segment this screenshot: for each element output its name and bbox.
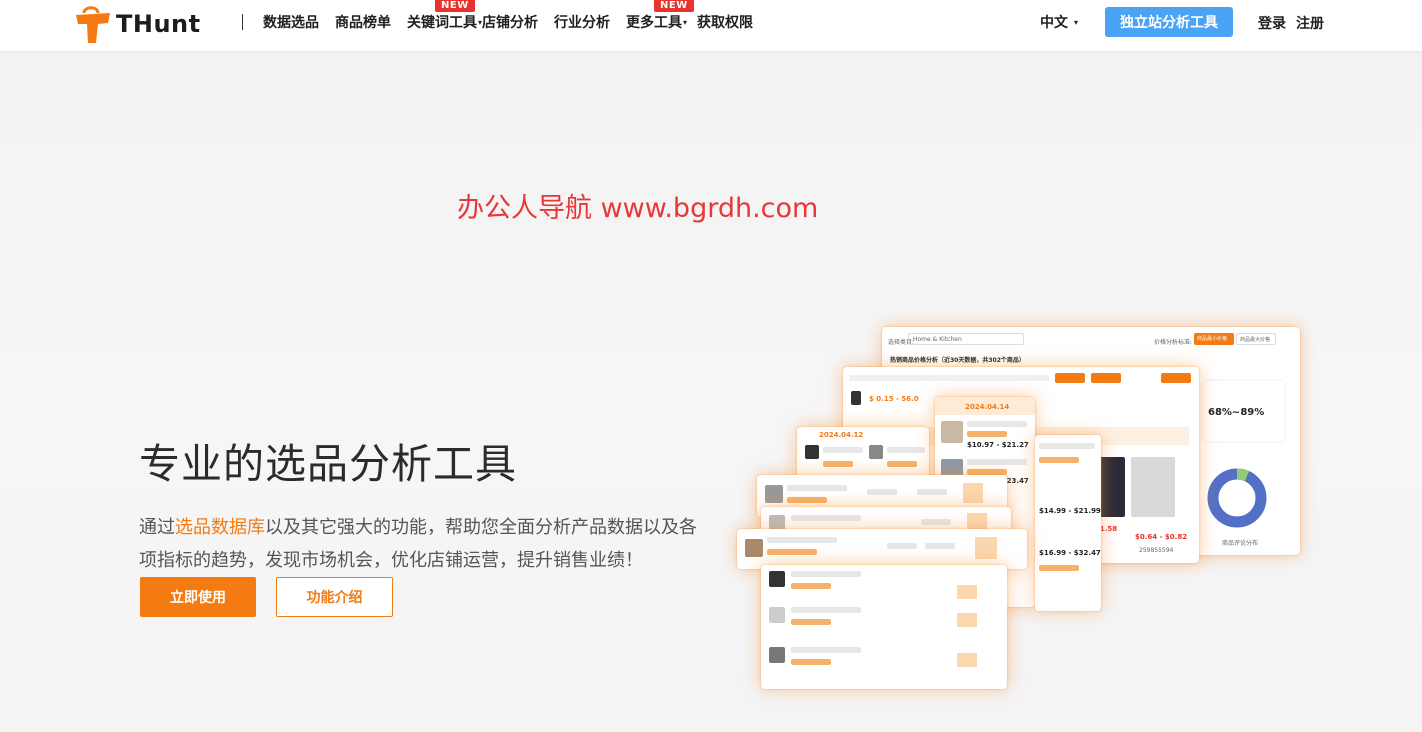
min-price-label: 商品最小价格 [1197,336,1228,342]
login-link[interactable]: 登录 [1258,13,1286,33]
nav-item-label: 获取权限 [697,15,754,31]
top-navbar: THunt 数据选品 商品榜单 NEW 关键词工具 ▾ 店铺分析 行业分析 NE… [0,0,1422,51]
caret-down-icon: ▾ [683,17,688,27]
nav-item-label: 更多工具 [626,15,683,31]
price-standard-label: 价格分析标准: [1154,339,1193,346]
date-b: 2024.04.12 [819,431,864,439]
price-e: $14.99 - $21.99 [1039,507,1101,515]
max-price-label: 商品最大价格 [1240,337,1271,343]
nav-item-more-tools[interactable]: NEW 更多工具 ▾ [626,0,694,32]
hero-description: 通过选品数据库以及其它强大的功能，帮助您全面分析产品数据以及各项指标的趋势，发现… [139,511,699,577]
desc-prefix: 通过 [139,517,175,538]
feature-intro-button[interactable]: 功能介绍 [276,577,393,617]
register-link[interactable]: 注册 [1296,13,1324,33]
product-illustration: 选择类目: Home & Kitchen 价格分析标准: 商品最小价格 商品最大… [725,315,1415,700]
daily-list-right: $14.99 - $21.99 $16.99 - $32.47 [1035,435,1101,611]
brand-name: THunt [116,10,201,38]
nav-divider [242,14,243,30]
price-range: $ 0.15 - 56.0 [869,395,919,403]
nav-item-get-access[interactable]: 获取权限 [697,12,753,32]
nav-item-data-selection[interactable]: 数据选品 [263,12,319,32]
category-value: Home & Kitchen [913,336,962,343]
nav-item-industry-analysis[interactable]: 行业分析 [554,12,610,32]
new-badge: NEW [435,0,475,12]
nav-item-label: 商品榜单 [335,15,391,31]
nav-item-store-analysis[interactable]: 店铺分析 [482,12,538,32]
chart-caption: 商品评论分布 [1222,540,1259,547]
hero-title: 专业的选品分析工具 [139,440,517,488]
caret-down-icon: ▾ [1074,17,1079,27]
start-now-button[interactable]: 立即使用 [140,577,256,617]
nav-item-label: 数据选品 [263,15,319,31]
standalone-site-tool-button[interactable]: 独立站分析工具 [1105,7,1233,37]
watermark-text: 办公人导航 www.bgrdh.com [457,193,819,224]
new-badge: NEW [654,0,694,12]
price-c: $0.64 - $0.82 [1135,533,1188,541]
product-list-card-highlight [737,529,1027,569]
review-donut-chart [1207,468,1267,528]
max-price-toggle: 商品最大价格 [1236,333,1276,345]
category-select: Home & Kitchen [908,333,1024,345]
product-database-link[interactable]: 选品数据库 [175,517,265,538]
percent-range: 68%~89% [1208,407,1265,418]
language-selector[interactable]: 中文 ▾ [1040,0,1078,44]
date-a: 2024.04.14 [965,403,1010,411]
product-list-card-3 [761,565,1007,689]
nav-links: 数据选品 商品榜单 NEW 关键词工具 ▾ 店铺分析 行业分析 NEW 更多工具… [263,0,769,44]
nav-item-label: 店铺分析 [482,15,539,31]
min-price-toggle: 商品最小价格 [1194,333,1234,345]
percent-card: 68%~89% [1204,381,1284,441]
nav-item-label: 行业分析 [554,15,611,31]
nav-item-product-ranking[interactable]: 商品榜单 [335,12,391,32]
price-f: $16.99 - $32.47 [1039,549,1101,557]
shopping-bag-logo-icon [72,3,114,45]
analysis-title: 热销商品价格分析（近30天数据，共302个商品） [890,357,1025,364]
price-a: $10.97 - $21.27 [967,441,1029,449]
language-label: 中文 [1040,15,1068,31]
store-id: 259855594 [1139,547,1174,554]
nav-item-label: 关键词工具 [407,15,477,31]
nav-item-keyword-tools[interactable]: NEW 关键词工具 ▾ [407,0,482,32]
brand-logo[interactable]: THunt [72,2,201,46]
